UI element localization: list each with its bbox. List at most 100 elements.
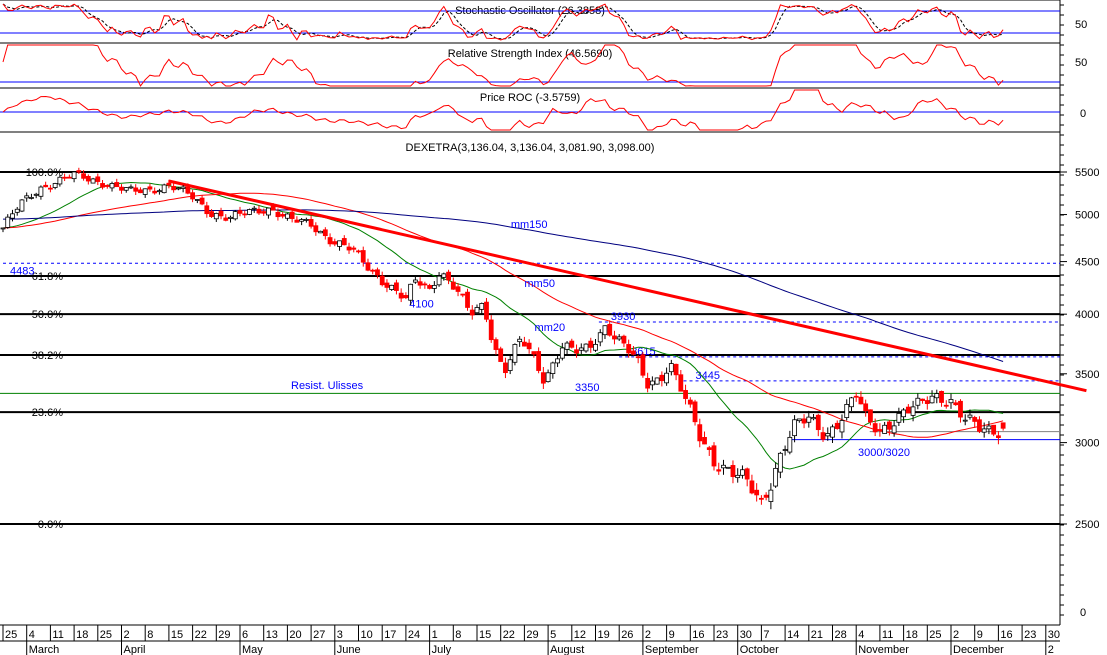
candle (891, 425, 897, 434)
y-tick-label: 5000 (1075, 210, 1099, 222)
candle (749, 480, 755, 494)
x-tick-label: 28 (835, 629, 847, 641)
candle (645, 377, 651, 389)
candle (327, 237, 333, 245)
candle (507, 359, 513, 371)
x-tick-label: 30 (1048, 629, 1060, 641)
month-label: December (953, 644, 1004, 655)
candle (123, 187, 129, 191)
x-tick-label: 9 (977, 629, 983, 641)
dashed-level-label: 4483 (10, 265, 34, 277)
candle (166, 182, 172, 186)
candle (901, 409, 906, 418)
candle (81, 173, 86, 179)
candle (943, 404, 949, 407)
candle (531, 351, 537, 355)
month-label: September (645, 644, 699, 655)
candle (725, 466, 731, 469)
candle (540, 372, 546, 384)
candle (792, 419, 797, 437)
candle (806, 416, 812, 423)
candle (152, 190, 158, 194)
y-tick-label: 5500 (1075, 167, 1099, 179)
candle (730, 465, 736, 478)
x-tick-label: 5 (550, 629, 556, 641)
candle (593, 343, 598, 351)
x-tick-label: 21 (811, 629, 823, 641)
candle (825, 433, 831, 437)
x-tick-label: 2 (645, 629, 651, 641)
candle (607, 323, 613, 336)
candle (849, 397, 854, 408)
month-label: April (124, 644, 146, 655)
candle (284, 213, 290, 219)
candle (474, 307, 480, 314)
candle (19, 199, 25, 212)
candle (43, 184, 49, 188)
roc-title: Price ROC (-3.5759) (480, 92, 580, 104)
candle (422, 283, 428, 286)
candle (157, 190, 162, 193)
plot-area: 100.0%61.8%50.0%38.2%23.6%0.0%4483393036… (0, 3, 1087, 531)
candle (550, 362, 556, 374)
x-tick-label: 16 (1000, 629, 1012, 641)
candle (896, 413, 902, 423)
candle (702, 437, 707, 445)
candle (924, 400, 930, 404)
candle (356, 250, 361, 253)
candle (555, 358, 560, 364)
candle (171, 186, 177, 191)
candle (119, 186, 124, 191)
candle (834, 422, 840, 429)
candle (57, 176, 63, 185)
candle (48, 187, 53, 190)
candle (412, 279, 418, 283)
candle (175, 187, 181, 190)
candle (332, 241, 338, 245)
candle (905, 406, 911, 414)
candle (446, 271, 451, 281)
candle (417, 281, 423, 286)
candle (431, 285, 437, 289)
candle (977, 419, 982, 432)
candle (398, 292, 404, 299)
candle (886, 421, 892, 430)
x-tick-label: 4 (858, 629, 864, 641)
candle (659, 374, 665, 382)
x-tick-label: 17 (384, 629, 396, 641)
candle (204, 205, 210, 215)
candle (299, 219, 305, 222)
dashed-level-label: 3445 (696, 370, 720, 382)
candle (697, 424, 703, 442)
x-tick-label: 15 (171, 629, 183, 641)
x-tick-label: 23 (1024, 629, 1036, 641)
candle (526, 342, 532, 350)
candle (341, 238, 347, 246)
candle (858, 396, 864, 405)
candle (66, 176, 72, 179)
candle (218, 210, 224, 217)
candle (787, 436, 793, 453)
candle (460, 293, 466, 296)
candle (1000, 422, 1006, 429)
candle (289, 211, 295, 219)
candle (455, 286, 461, 292)
candle (934, 393, 940, 399)
candle (777, 452, 783, 473)
x-tick-label: 8 (455, 629, 461, 641)
x-tick-label: 30 (740, 629, 752, 641)
candle (346, 246, 352, 251)
candle (280, 214, 286, 217)
roc-axis-label: 0 (1080, 108, 1086, 120)
candle (972, 417, 978, 422)
stock-chart: 550050004500400035003000250025 4 11 18 25 2 8 1… (0, 0, 1099, 655)
x-tick-label: 3 (337, 629, 343, 641)
candle (389, 284, 395, 290)
candle (95, 176, 101, 182)
candle (744, 468, 750, 480)
candle (228, 216, 233, 219)
candle (721, 464, 726, 469)
candle (408, 283, 414, 301)
candle (493, 339, 499, 350)
candle (71, 171, 77, 180)
